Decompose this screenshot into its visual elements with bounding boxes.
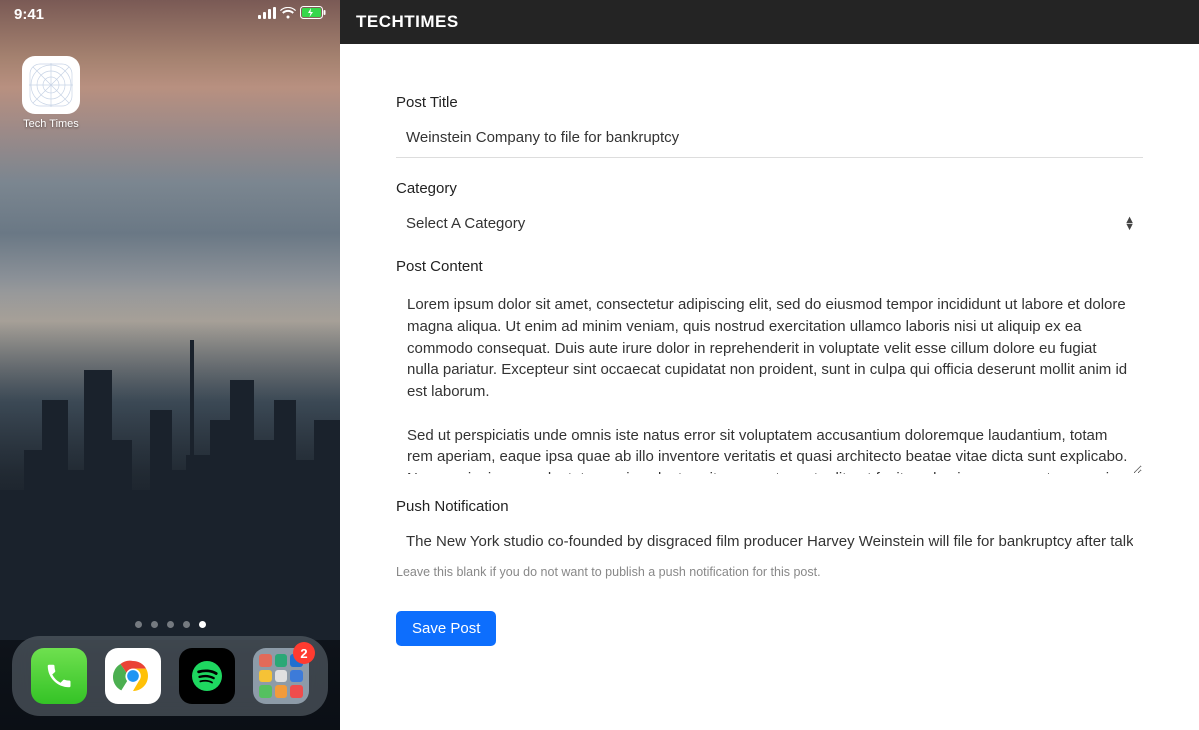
push-label: Push Notification [396,498,1143,515]
push-help-text: Leave this blank if you do not want to p… [396,565,1143,579]
blueprint-icon [29,63,73,107]
content-group: Post Content [396,258,1143,480]
status-time: 9:41 [14,6,44,23]
battery-icon [300,6,326,23]
content-label: Post Content [396,258,1143,275]
admin-brand[interactable]: TECHTIMES [340,0,1199,44]
category-select[interactable]: Select A Category [396,207,1143,240]
app-label: Tech Times [16,118,86,130]
status-icons [258,6,326,23]
dock: 2 [12,636,328,716]
signal-icon [258,6,276,23]
post-content-textarea[interactable] [396,285,1143,475]
push-notification-input[interactable] [396,525,1143,559]
status-bar: 9:41 [0,6,340,23]
dock-phone-app[interactable] [31,648,87,704]
save-post-button[interactable]: Save Post [396,611,496,646]
chrome-icon [113,656,153,696]
wifi-icon [280,6,296,23]
page-dot[interactable] [199,621,206,628]
homescreen-app[interactable]: Tech Times [16,56,86,130]
post-form: Post Title Category Select A Category ▲▼… [340,44,1199,676]
dock-spotify-app[interactable] [179,648,235,704]
title-group: Post Title [396,94,1143,158]
post-title-label: Post Title [396,94,1143,111]
push-group: Push Notification Leave this blank if yo… [396,498,1143,579]
page-dot[interactable] [167,621,174,628]
page-dot[interactable] [151,621,158,628]
phone-mock: 9:41 Tech Times [0,0,340,730]
post-title-input[interactable] [396,121,1143,155]
admin-panel: TECHTIMES Post Title Category Select A C… [340,0,1199,730]
category-label: Category [396,180,1143,197]
category-group: Category Select A Category ▲▼ [396,180,1143,240]
page-dot[interactable] [183,621,190,628]
folder-badge: 2 [293,642,315,664]
page-dot[interactable] [135,621,142,628]
phone-icon [44,661,74,691]
page-indicator[interactable] [0,621,340,628]
app-icon[interactable] [22,56,80,114]
dock-folder[interactable]: 2 [253,648,309,704]
spotify-icon [187,656,227,696]
dock-chrome-app[interactable] [105,648,161,704]
